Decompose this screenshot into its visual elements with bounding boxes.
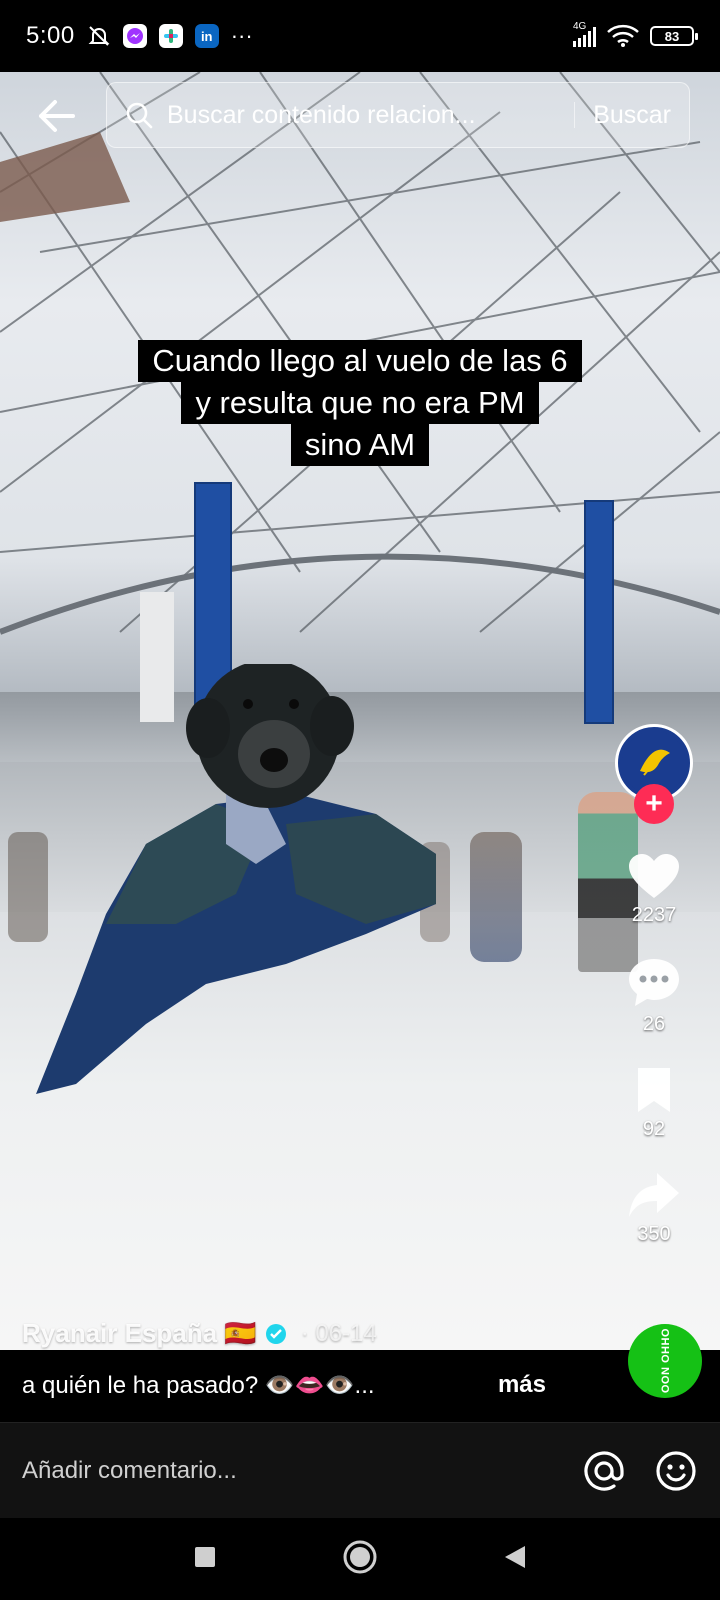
save-count: 92 [642,1118,666,1140]
status-bar: 5:00 in ··· 4G 83 [0,0,720,72]
recents-button[interactable] [193,1545,217,1574]
author-name[interactable]: Ryanair España 🇪🇸 [22,1318,257,1349]
network-type: 4G [573,21,587,32]
search-button[interactable]: Buscar [593,101,671,130]
gate-sign-right [584,500,614,724]
network-indicator: 4G [573,21,596,47]
status-time: 5:00 [26,22,75,49]
traveler-silhouette-2 [470,832,522,962]
heart-icon[interactable] [627,852,681,900]
follow-button[interactable]: + [634,784,674,824]
caption-line-3: sino AM [290,424,430,466]
verified-badge-icon [265,1323,286,1344]
square-icon [195,1546,215,1567]
wifi-icon [607,24,639,47]
comment-count: 26 [642,1013,666,1035]
battery-indicator: 83 [650,26,698,46]
monkey-sticker [36,664,436,1094]
comment-bubble-icon[interactable] [627,957,681,1009]
home-button[interactable] [343,1540,377,1579]
status-right: 4G 83 [573,21,698,48]
caption-line-1: Cuando llego al vuelo de las 6 [138,340,582,382]
bookmark-icon[interactable] [634,1066,674,1114]
share-count: 350 [637,1223,671,1245]
comment-input[interactable]: Añadir comentario... [22,1457,554,1485]
like-action[interactable]: 2237 [627,852,681,927]
action-rail: + 2237 26 92 350 [604,724,704,1246]
home-circle-icon [343,1540,377,1573]
caption-line-2: y resulta que no era PM [181,382,539,424]
triangle-back-icon [505,1545,525,1568]
arrow-left-icon [39,100,75,132]
emoji-button[interactable] [654,1449,698,1493]
sound-badge-label: OHHO NOO [659,1328,671,1394]
post-date: · 06-14 [300,1319,377,1347]
back-button[interactable] [30,90,82,142]
video-caption: Cuando llego al vuelo de las 6 y resulta… [0,340,720,466]
slack-icon [158,24,183,48]
battery-level: 83 [664,28,680,44]
post-description: a quién le ha pasado? 👁️👄👁️... [22,1371,375,1399]
messenger-icon [122,24,147,48]
share-arrow-icon[interactable] [627,1171,681,1219]
comment-action[interactable]: 26 [627,957,681,1036]
save-action[interactable]: 92 [634,1066,674,1141]
bell-muted-icon [88,26,110,46]
more-notifications-icon: ··· [230,23,253,48]
search-bar[interactable]: Buscar contenido relacion... Buscar [106,82,690,148]
linkedin-icon: in [194,24,219,48]
share-action[interactable]: 350 [627,1171,681,1246]
notification-icons: in ··· [87,23,253,49]
search-input[interactable]: Buscar contenido relacion... [167,101,556,130]
sound-badge[interactable]: OHHO NOO [628,1324,702,1398]
more-link[interactable]: más [498,1371,546,1399]
comment-bar[interactable]: Añadir comentario... [0,1422,720,1518]
back-nav-button[interactable] [503,1544,527,1575]
mention-button[interactable] [582,1449,626,1493]
search-divider [574,102,576,128]
system-nav-bar [0,1518,720,1600]
description-row[interactable]: a quién le ha pasado? 👁️👄👁️... más [0,1350,720,1420]
like-count: 2237 [631,904,677,926]
smiley-icon [656,1450,696,1491]
at-sign-icon [584,1450,624,1491]
author-line[interactable]: Ryanair España 🇪🇸 · 06-14 [22,1318,377,1349]
search-icon [126,102,153,129]
creator-avatar-group: + [615,724,693,824]
